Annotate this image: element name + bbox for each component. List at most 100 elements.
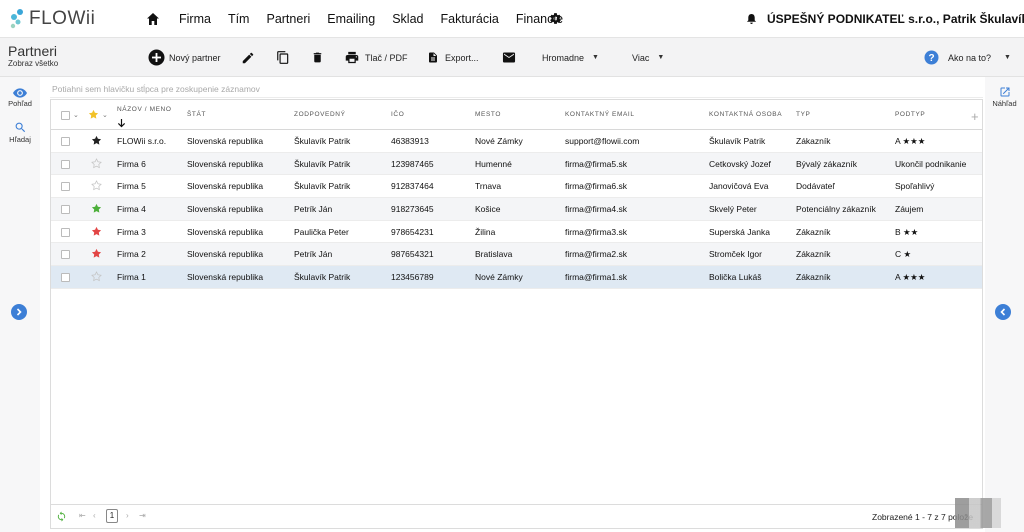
star-filled-icon[interactable]	[91, 135, 102, 146]
table-row[interactable]: Firma 3 Slovenská republika Paulička Peter…	[51, 221, 982, 244]
cell-state: Slovenská republika	[187, 272, 264, 283]
expand-left-panel-button[interactable]	[11, 304, 27, 320]
nav-sklad[interactable]: Sklad	[392, 12, 423, 26]
row-checkbox[interactable]	[61, 250, 70, 260]
select-menu-caret-icon[interactable]: ⌄	[73, 111, 79, 119]
sort-descending-icon[interactable]	[117, 118, 126, 128]
cell-owner: Škulavík Patrik	[294, 136, 351, 146]
cell-ico: 123456789	[391, 272, 434, 283]
cell-city: Nové Zámky	[475, 136, 523, 146]
expand-right-panel-button[interactable]	[995, 304, 1011, 320]
cell-email: support@flowii.com	[565, 136, 640, 146]
table-row[interactable]: Firma 2 Slovenská republika Petrík Ján 9876…	[51, 243, 982, 267]
cell-name: Firma 4	[117, 204, 146, 215]
preview-panel-toggle[interactable]: Náhľad	[985, 86, 1024, 108]
view-panel-toggle[interactable]: Pohľad	[0, 88, 40, 108]
pixelated-overlay	[955, 498, 1001, 528]
star-filled-icon[interactable]	[91, 226, 102, 237]
row-checkbox[interactable]	[61, 273, 70, 283]
grid-footer: ⇤ ‹ 1 › ⇥ Zobrazené 1 - 7 z 7 polože	[50, 505, 983, 529]
cell-subtype: Spoľahlivý	[895, 181, 935, 192]
nav-partneri[interactable]: Partneri	[266, 12, 310, 26]
email-button[interactable]	[502, 38, 516, 77]
cell-owner: Škulavík Patrik	[294, 181, 351, 192]
help-circle-icon: ?	[924, 50, 939, 65]
cell-email: firma@firma4.sk	[565, 204, 627, 215]
star-outline-icon[interactable]	[91, 271, 102, 282]
row-checkbox[interactable]	[61, 137, 70, 146]
current-page-input[interactable]: 1	[106, 509, 118, 523]
row-checkbox[interactable]	[61, 205, 70, 215]
view-filter-label[interactable]: Zobraz všetko	[8, 59, 58, 68]
caret-down-icon: ▼	[1004, 54, 1011, 61]
cell-subtype: Ukončil podnikanie	[895, 158, 967, 169]
row-checkbox[interactable]	[61, 159, 70, 169]
svg-text:?: ?	[928, 53, 934, 64]
row-checkbox[interactable]	[61, 227, 70, 237]
column-header-subtype[interactable]: PODTYP	[895, 111, 925, 118]
nav-tim[interactable]: Tím	[228, 12, 250, 26]
cell-name: Firma 1	[117, 272, 146, 283]
cell-email: firma@firma2.sk	[565, 249, 627, 260]
star-filled-icon[interactable]	[91, 248, 102, 259]
star-outline-icon[interactable]	[91, 157, 102, 169]
cell-owner: Škulavík Patrik	[294, 272, 351, 283]
new-partner-button[interactable]: Nový partner	[148, 38, 221, 77]
table-row[interactable]: FLOWii s.r.o. Slovenská republika Škulavík…	[51, 130, 982, 153]
select-all-checkbox[interactable]	[61, 111, 70, 120]
flowii-logo-icon	[10, 9, 23, 29]
help-dropdown[interactable]: ? Ako na to? ▼	[924, 38, 1011, 77]
print-pdf-button[interactable]: Tlač / PDF	[344, 38, 408, 77]
chevron-right-icon	[16, 308, 22, 316]
cell-subtype: C ★	[895, 249, 912, 260]
cell-email: firma@firma3.sk	[565, 226, 627, 237]
bulk-actions-dropdown[interactable]: Hromadne ▼	[542, 38, 599, 77]
refresh-icon[interactable]	[56, 511, 67, 522]
company-name[interactable]: ÚSPEŠNÝ PODNIKATEĽ s.r.o., Patrik Škulav…	[767, 12, 1024, 26]
table-row[interactable]: Firma 1 Slovenská republika Škulavík Patri…	[51, 266, 982, 289]
first-page-icon[interactable]: ⇤	[79, 511, 86, 520]
next-page-icon[interactable]: ›	[126, 511, 129, 520]
delete-button[interactable]	[311, 38, 324, 77]
column-header-name[interactable]: NÁZOV / MENO	[117, 106, 172, 113]
bell-icon[interactable]	[746, 13, 757, 25]
column-header-type[interactable]: TYP	[796, 111, 810, 118]
previous-page-icon[interactable]: ‹	[93, 511, 96, 520]
star-filled-icon[interactable]	[91, 203, 102, 214]
table-row[interactable]: Firma 4 Slovenská republika Petrík Ján 9182…	[51, 198, 982, 221]
more-dropdown[interactable]: Viac ▼	[632, 38, 664, 77]
column-header-state[interactable]: ŠTÁT	[187, 111, 206, 118]
search-panel-toggle[interactable]: Hľadaj	[0, 121, 40, 144]
page-title: Partneri	[8, 43, 58, 59]
cell-subtype: A ★★★	[895, 272, 926, 283]
column-header-owner[interactable]: ZODPOVEDNÝ	[294, 111, 346, 118]
star-menu-caret-icon[interactable]: ⌄	[102, 111, 108, 119]
cell-contact: Cetkovský Jozef	[709, 158, 771, 169]
last-page-icon[interactable]: ⇥	[139, 511, 146, 520]
export-button[interactable]: Export...	[427, 38, 479, 77]
column-header-email[interactable]: KONTAKTNÝ EMAIL	[565, 111, 635, 118]
row-checkbox[interactable]	[61, 182, 70, 192]
column-header-contact[interactable]: KONTAKTNÁ OSOBA	[709, 111, 782, 118]
nav-emailing[interactable]: Emailing	[327, 12, 375, 26]
caret-down-icon: ▼	[657, 54, 665, 61]
star-filter-icon[interactable]	[88, 109, 99, 120]
left-sidebar: Pohľad Hľadaj	[0, 77, 40, 532]
star-outline-icon[interactable]	[91, 180, 102, 191]
nav-fakturacia[interactable]: Fakturácia	[440, 12, 498, 26]
column-header-ico[interactable]: IČO	[391, 111, 404, 118]
table-row[interactable]: Firma 5 Slovenská republika Škulavík Patri…	[51, 175, 982, 199]
group-by-drop-zone[interactable]: Potiahni sem hlavičku stĺpca pre zoskupe…	[52, 84, 260, 94]
edit-button[interactable]	[241, 38, 255, 77]
gear-icon[interactable]	[549, 12, 562, 25]
add-column-plus-icon[interactable]: +	[971, 110, 979, 123]
nav-firma[interactable]: Firma	[179, 12, 211, 26]
cell-email: firma@firma5.sk	[565, 158, 627, 169]
main-menu: Firma Tím Partneri Emailing Sklad Faktur…	[179, 12, 580, 26]
cell-type: Bývalý zákazník	[796, 158, 857, 169]
column-header-city[interactable]: MESTO	[475, 111, 501, 118]
flowii-logo[interactable]: FLOWii	[8, 8, 95, 30]
home-icon[interactable]	[146, 12, 160, 26]
copy-button[interactable]	[276, 38, 290, 77]
table-row[interactable]: Firma 6 Slovenská republika Škulavík Patri…	[51, 152, 982, 176]
